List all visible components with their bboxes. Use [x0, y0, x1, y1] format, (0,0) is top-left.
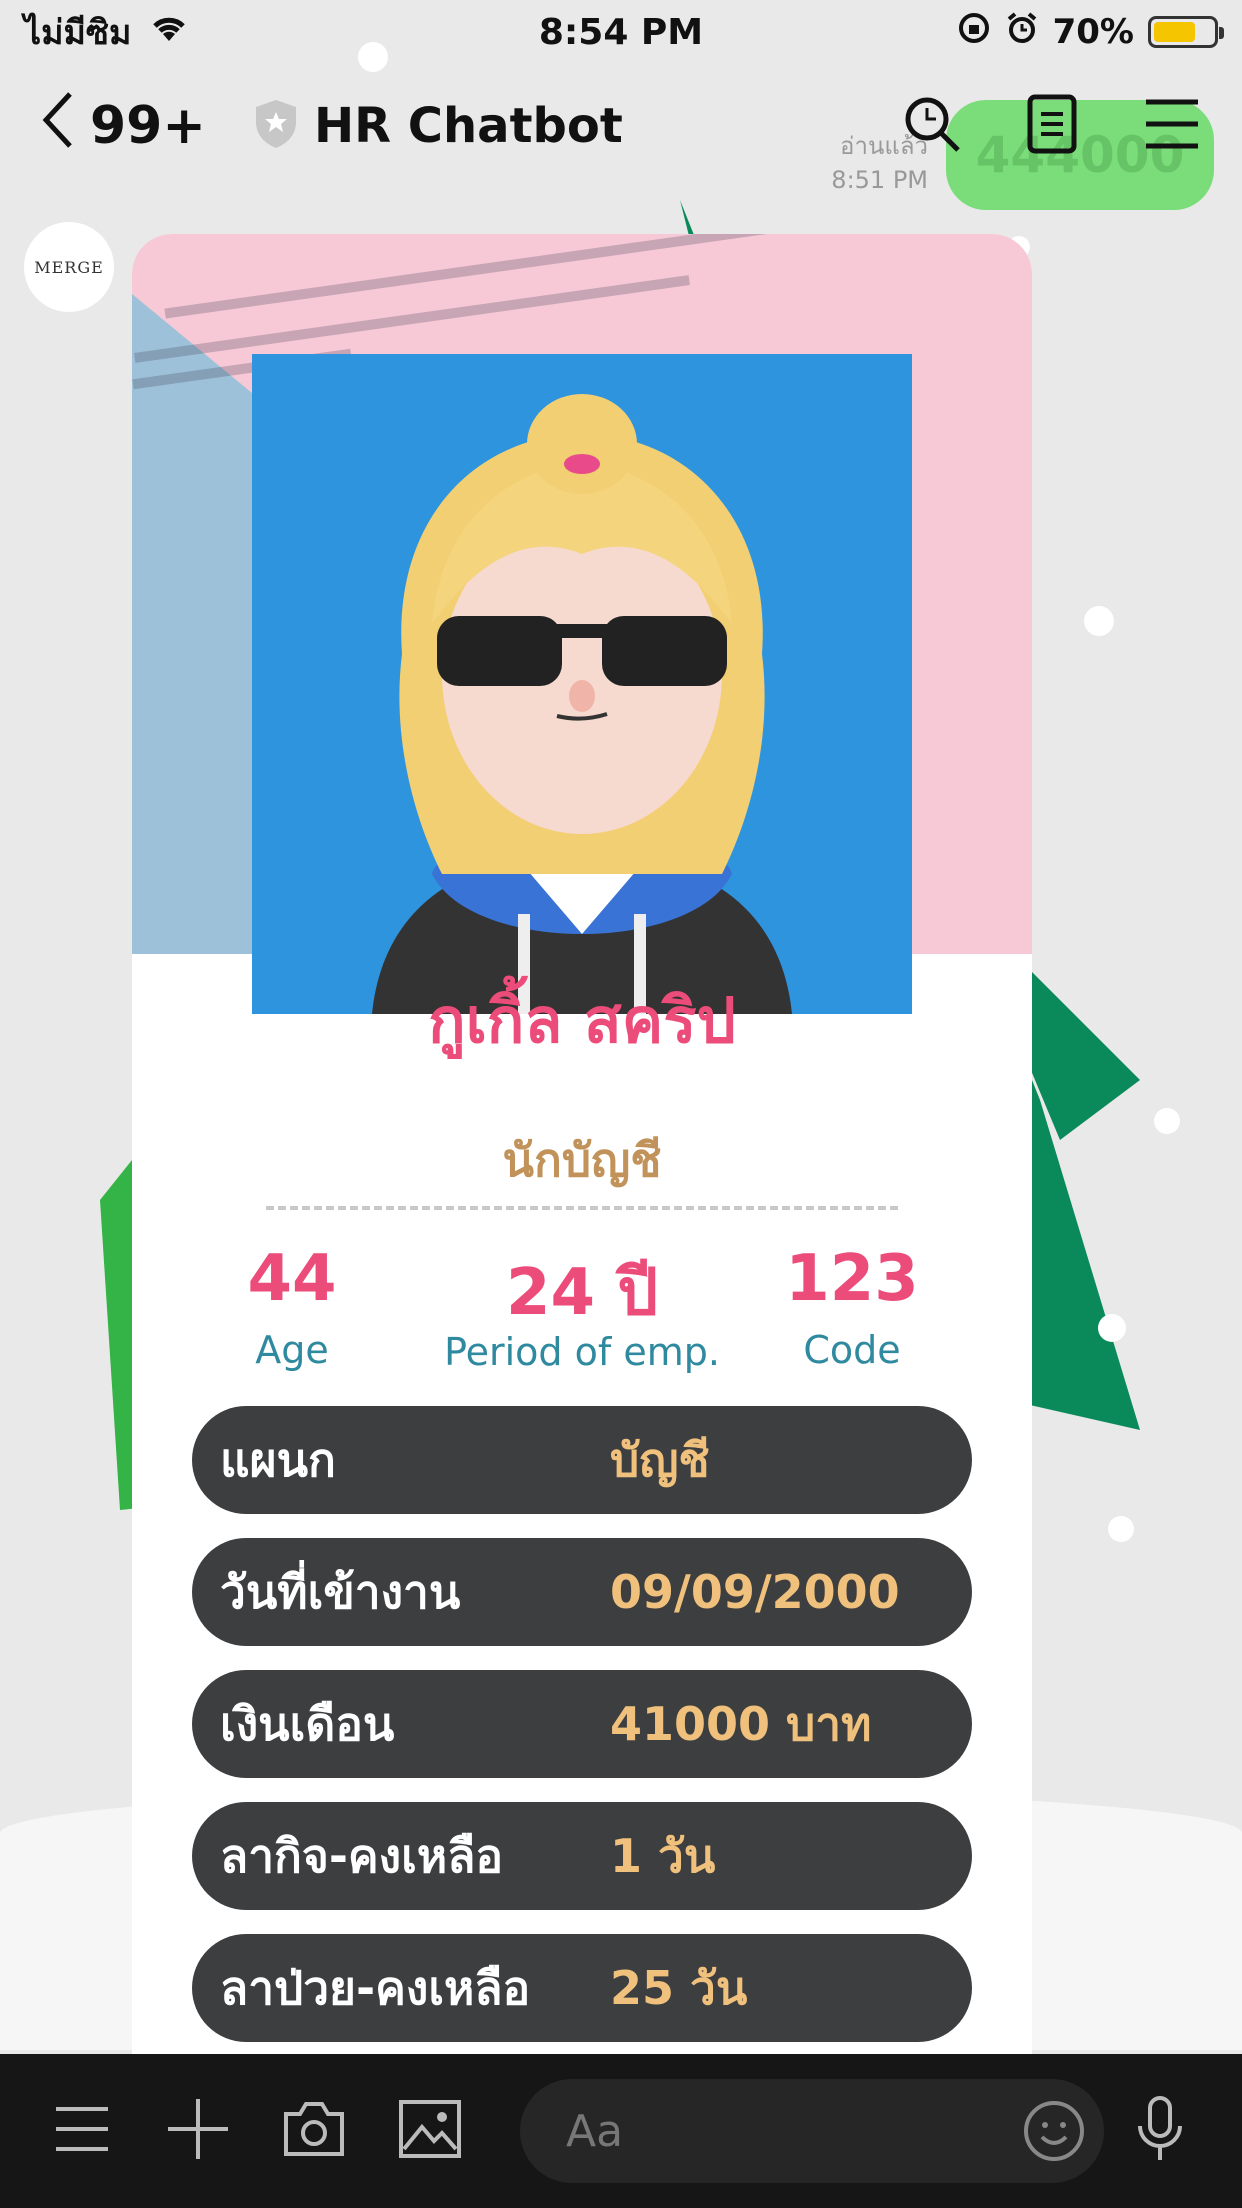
row-label: ลาป่วย-คงเหลือ: [220, 1960, 531, 2015]
input-placeholder: Aa: [566, 2105, 624, 2157]
message-input[interactable]: Aa: [520, 2079, 1104, 2183]
search-button[interactable]: [902, 96, 962, 156]
back-icon: [40, 90, 76, 163]
notes-button[interactable]: [1022, 94, 1082, 158]
row-value: บัญชี: [610, 1432, 710, 1487]
image-icon: [398, 2099, 462, 2163]
info-rows: แผนก บัญชี วันที่เข้างาน 09/09/2000 เงิน…: [192, 1406, 972, 2054]
emoji-button[interactable]: [1022, 2099, 1086, 2163]
row-value: 41000 บาท: [610, 1696, 872, 1751]
info-row-salary: เงินเดือน 41000 บาท: [192, 1670, 972, 1778]
divider: [266, 1206, 898, 1210]
chat-header: 99+ HR Chatbot: [0, 76, 1242, 176]
orientation-lock-icon: [957, 11, 991, 54]
employee-name: กูเกิ้ล สคริป: [428, 984, 736, 1057]
add-button[interactable]: [166, 2099, 230, 2163]
stat-value: 123: [785, 1242, 919, 1316]
microphone-icon: [1134, 2096, 1186, 2166]
stat-age: 44 Age: [222, 1242, 362, 1373]
page-title: HR Chatbot: [313, 98, 623, 154]
message-input-bar: Aa: [0, 2054, 1242, 2208]
row-value: 09/09/2000: [610, 1565, 900, 1619]
info-row-sick-leave: ลาป่วย-คงเหลือ 25 วัน: [192, 1934, 972, 2042]
carrier-label: ไม่มีซิม: [24, 13, 132, 53]
row-value: 25 วัน: [610, 1960, 748, 2015]
profile-card: กูเกิ้ล สคริป นักบัญชี 44 Age 24 ปี Peri…: [132, 234, 1032, 2054]
profile-photo: [252, 354, 912, 1014]
image-button[interactable]: [398, 2099, 462, 2163]
chat-title[interactable]: HR Chatbot: [254, 98, 623, 154]
plus-icon: [166, 2097, 230, 2165]
employee-position: นักบัญชี: [502, 1133, 662, 1187]
snowflake: [1084, 606, 1114, 636]
camera-button[interactable]: [282, 2099, 346, 2163]
battery-level: [1154, 22, 1195, 42]
banner-stripe: [134, 275, 690, 363]
snowflake: [1154, 1108, 1180, 1134]
row-label: แผนก: [220, 1432, 336, 1487]
menu-icon: [1144, 98, 1200, 154]
info-row-start-date: วันที่เข้างาน 09/09/2000: [192, 1538, 972, 1646]
avatar[interactable]: MERGE: [24, 222, 114, 312]
unread-count: 99+: [90, 96, 206, 156]
stat-value: 24 ปี: [506, 1256, 658, 1330]
alarm-icon: [1005, 11, 1039, 54]
stat-label: Period of emp.: [444, 1330, 720, 1375]
emoji-icon: [1024, 2101, 1084, 2161]
row-value: 1 วัน: [610, 1828, 716, 1883]
status-bar: ไม่มีซิม 8:54 PM 70%: [0, 0, 1242, 64]
camera-icon: [282, 2100, 346, 2162]
stat-period: 24 ปี Period of emp.: [422, 1256, 742, 1375]
stat-value: 44: [247, 1242, 337, 1316]
snowflake: [1108, 1516, 1134, 1542]
menu-button[interactable]: [50, 2099, 114, 2163]
battery-icon: [1148, 16, 1224, 48]
info-row-department: แผนก บัญชี: [192, 1406, 972, 1514]
row-label: เงินเดือน: [220, 1696, 395, 1751]
row-label: วันที่เข้างาน: [220, 1564, 461, 1619]
menu-icon: [54, 2105, 110, 2157]
back-button[interactable]: 99+: [40, 90, 206, 163]
stat-label: Code: [803, 1328, 901, 1373]
snowflake: [1098, 1314, 1126, 1342]
avatar-illustration: [252, 354, 912, 1014]
stat-label: Age: [255, 1328, 329, 1373]
menu-button[interactable]: [1142, 96, 1202, 156]
info-row-personal-leave: ลากิจ-คงเหลือ 1 วัน: [192, 1802, 972, 1910]
microphone-button[interactable]: [1128, 2096, 1192, 2166]
wifi-icon: [149, 12, 189, 52]
stat-code: 123 Code: [772, 1242, 932, 1373]
notes-icon: [1027, 94, 1077, 158]
row-label: ลากิจ-คงเหลือ: [220, 1828, 504, 1883]
shield-icon: [254, 98, 298, 154]
battery-percent: 70%: [1052, 12, 1134, 52]
search-icon: [902, 94, 962, 158]
